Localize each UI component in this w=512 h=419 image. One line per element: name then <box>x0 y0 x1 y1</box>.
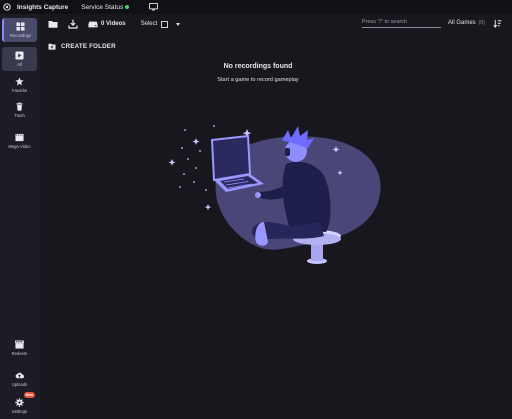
games-filter-label: All Games <box>448 20 476 26</box>
sidebar-item-label: Uploads <box>11 382 28 387</box>
folder-icon[interactable] <box>48 19 58 29</box>
sidebar-item-label: Recordings <box>9 33 32 38</box>
sidebar-item-all[interactable]: All <box>2 47 37 71</box>
add-folder-icon <box>48 43 56 50</box>
select-control[interactable]: Select <box>140 20 181 28</box>
status-dot-icon <box>125 5 130 9</box>
sidebar: Recordings All Favorite Trash Mega Video… <box>0 14 40 419</box>
storage-icon <box>88 21 98 27</box>
select-label: Select <box>140 21 158 27</box>
select-all-checkbox[interactable] <box>161 20 169 28</box>
star-icon <box>15 77 24 86</box>
trash-icon <box>16 102 23 111</box>
play-icon <box>15 51 24 60</box>
search-placeholder: Press "/" to search <box>362 19 408 25</box>
toolbar: 0 Videos Select Press "/" to search All … <box>40 14 512 34</box>
sort-icon[interactable] <box>493 19 502 28</box>
videos-count: 0 Videos <box>88 21 126 28</box>
download-icon[interactable] <box>68 19 78 29</box>
sidebar-item-uploads[interactable]: Uploads <box>2 367 37 391</box>
cloud-upload-icon <box>15 372 24 379</box>
empty-state-subtitle: Start a game to record gameplay <box>217 77 299 83</box>
gear-icon <box>15 398 24 407</box>
sidebar-item-settings[interactable]: Settings New <box>2 392 37 418</box>
service-status[interactable]: Service Status <box>81 3 130 11</box>
sidebar-item-label: Favorite <box>11 88 28 93</box>
empty-state-illustration <box>168 125 381 264</box>
sidebar-item-trash[interactable]: Trash <box>2 98 37 122</box>
sidebar-item-label: All <box>17 62 22 67</box>
games-filter[interactable]: All Games (0) <box>448 20 485 26</box>
empty-state-title: No recordings found <box>223 63 293 70</box>
title-bar: Insights Capture Service Status <box>0 0 512 14</box>
create-folder-label: CREATE FOLDER <box>61 43 116 50</box>
sidebar-item-redeem[interactable]: Redeem <box>2 336 37 360</box>
monitor-icon[interactable] <box>149 3 159 11</box>
sidebar-item-mega-video[interactable]: Mega Video <box>2 129 37 153</box>
videos-count-label: 0 Videos <box>101 21 126 27</box>
sidebar-item-recordings[interactable]: Recordings <box>2 18 37 42</box>
sidebar-item-label: Settings <box>11 409 28 414</box>
app-title: Insights Capture <box>17 3 69 11</box>
create-folder-button[interactable]: CREATE FOLDER <box>48 43 116 50</box>
sidebar-item-label: Mega Video <box>8 144 31 149</box>
chevron-down-icon[interactable] <box>176 22 181 26</box>
sidebar-item-label: Redeem <box>11 351 28 356</box>
games-count: (0) <box>478 20 485 26</box>
clapper-icon <box>15 340 24 349</box>
app-logo-icon <box>3 3 11 11</box>
sidebar-item-label: Trash <box>14 113 25 118</box>
app-window: Insights Capture Service Status Recordin… <box>0 0 512 419</box>
grid-icon <box>16 22 25 31</box>
search-input[interactable]: Press "/" to search <box>362 17 441 28</box>
new-badge: New <box>23 392 35 398</box>
service-status-label: Service Status <box>81 3 124 11</box>
sidebar-item-favorite[interactable]: Favorite <box>2 73 37 97</box>
film-icon <box>15 133 24 142</box>
